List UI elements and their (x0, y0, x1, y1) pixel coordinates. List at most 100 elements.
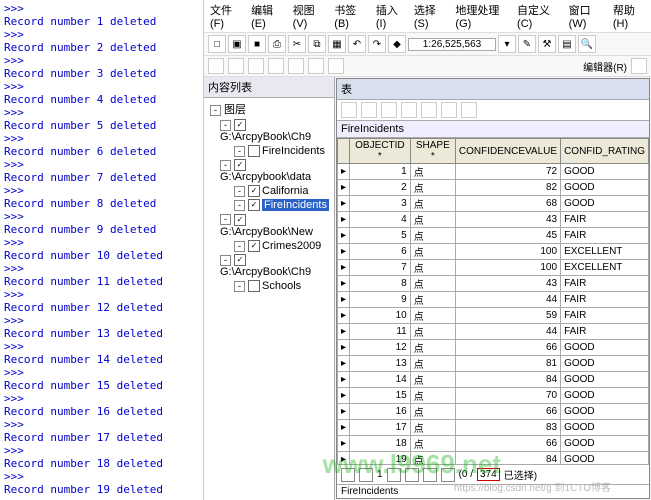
measure-icon[interactable] (328, 58, 344, 74)
menu-item[interactable]: 选择(S) (414, 2, 446, 30)
toc-group[interactable]: -✓G:\Arcpybook\data (206, 158, 332, 184)
table-row[interactable]: ▸14点84GOOD (338, 372, 649, 388)
menu-item[interactable]: 插入(I) (376, 2, 404, 30)
menu-item[interactable]: 编辑(E) (251, 2, 283, 30)
table-row[interactable]: ▸12点66GOOD (338, 340, 649, 356)
table-row[interactable]: ▸2点82GOOD (338, 180, 649, 196)
row-selector[interactable]: ▸ (338, 276, 350, 292)
table-row[interactable]: ▸4点43FAIR (338, 212, 649, 228)
row-selector[interactable]: ▸ (338, 180, 350, 196)
row-selector[interactable]: ▸ (338, 388, 350, 404)
toc-layer[interactable]: -✓FireIncidents (206, 198, 332, 212)
zoom-sel-icon[interactable] (441, 102, 457, 118)
row-selector[interactable]: ▸ (338, 372, 350, 388)
table-tab[interactable]: FireIncidents (337, 121, 649, 138)
copy-icon[interactable]: ⧉ (308, 35, 326, 53)
row-selector[interactable]: ▸ (338, 228, 350, 244)
toc-layer[interactable]: -FireIncidents (206, 144, 332, 158)
editor-dropdown-icon[interactable] (631, 58, 647, 74)
toc-group[interactable]: -✓G:\ArcpyBook\New (206, 212, 332, 238)
column-header[interactable]: OBJECTID * (350, 139, 411, 164)
row-selector[interactable]: ▸ (338, 292, 350, 308)
table-row[interactable]: ▸8点43FAIR (338, 276, 649, 292)
select-icon[interactable] (288, 58, 304, 74)
table-row[interactable]: ▸7点100EXCELLENT (338, 260, 649, 276)
menu-item[interactable]: 自定义(C) (517, 2, 559, 30)
related-tables-icon[interactable] (361, 102, 377, 118)
column-header[interactable]: CONFID_RATING (561, 139, 649, 164)
row-selector[interactable]: ▸ (338, 404, 350, 420)
table-options-icon[interactable] (341, 102, 357, 118)
row-selector[interactable]: ▸ (338, 436, 350, 452)
zoom-in-icon[interactable] (208, 58, 224, 74)
toc-layer[interactable]: -Schools (206, 279, 332, 293)
table-row[interactable]: ▸9点44FAIR (338, 292, 649, 308)
open-icon[interactable]: ▣ (228, 35, 246, 53)
delete-sel-icon[interactable] (461, 102, 477, 118)
table-row[interactable]: ▸16点66GOOD (338, 404, 649, 420)
menu-item[interactable]: 窗口(W) (569, 2, 603, 30)
column-header[interactable]: SHAPE * (410, 139, 455, 164)
map-scale-input[interactable]: 1:26,525,563 (408, 38, 496, 51)
toolbox-icon[interactable]: ⚒ (538, 35, 556, 53)
editor-toolbar-icon[interactable]: ✎ (518, 35, 536, 53)
toc-layer[interactable]: -✓Crimes2009 (206, 239, 332, 253)
row-selector[interactable]: ▸ (338, 356, 350, 372)
table-row[interactable]: ▸3点68GOOD (338, 196, 649, 212)
new-icon[interactable]: □ (208, 35, 226, 53)
redo-icon[interactable]: ↷ (368, 35, 386, 53)
row-selector[interactable]: ▸ (338, 324, 350, 340)
table-row[interactable]: ▸10点59FAIR (338, 308, 649, 324)
add-data-icon[interactable]: ◆ (388, 35, 406, 53)
pan-icon[interactable] (248, 58, 264, 74)
search-icon[interactable]: 🔍 (578, 35, 596, 53)
switch-sel-icon[interactable] (401, 102, 417, 118)
identify-icon[interactable] (308, 58, 324, 74)
paste-icon[interactable]: ▦ (328, 35, 346, 53)
row-selector[interactable]: ▸ (338, 420, 350, 436)
row-selector[interactable]: ▸ (338, 340, 350, 356)
row-selector[interactable]: ▸ (338, 452, 350, 465)
first-record-icon[interactable] (341, 468, 355, 482)
table-row[interactable]: ▸5点45FAIR (338, 228, 649, 244)
table-row[interactable]: ▸19点84GOOD (338, 452, 649, 465)
show-selected-icon[interactable] (441, 468, 455, 482)
table-row[interactable]: ▸11点44FAIR (338, 324, 649, 340)
row-selector[interactable]: ▸ (338, 212, 350, 228)
row-selector[interactable]: ▸ (338, 244, 350, 260)
save-icon[interactable]: ■ (248, 35, 266, 53)
undo-icon[interactable]: ↶ (348, 35, 366, 53)
scale-dropdown-icon[interactable]: ▾ (498, 35, 516, 53)
toc-tree[interactable]: -图层-✓G:\ArcpyBook\Ch9-FireIncidents-✓G:\… (204, 98, 334, 500)
full-extent-icon[interactable] (268, 58, 284, 74)
cut-icon[interactable]: ✂ (288, 35, 306, 53)
row-selector[interactable]: ▸ (338, 164, 350, 180)
table-row[interactable]: ▸18点66GOOD (338, 436, 649, 452)
row-selector[interactable]: ▸ (338, 308, 350, 324)
toc-group[interactable]: -✓G:\ArcpyBook\Ch9 (206, 118, 332, 144)
column-header[interactable] (338, 139, 350, 164)
table-row[interactable]: ▸15点70GOOD (338, 388, 649, 404)
row-selector[interactable]: ▸ (338, 196, 350, 212)
toc-layer[interactable]: -✓California (206, 184, 332, 198)
menu-item[interactable]: 地理处理(G) (455, 2, 507, 30)
show-all-icon[interactable] (423, 468, 437, 482)
zoom-out-icon[interactable] (228, 58, 244, 74)
print-icon[interactable]: ⎙ (268, 35, 286, 53)
toc-group[interactable]: -✓G:\ArcpyBook\Ch9 (206, 253, 332, 279)
next-record-icon[interactable] (387, 468, 401, 482)
attribute-grid[interactable]: OBJECTID *SHAPE *CONFIDENCEVALUECONFID_R… (337, 138, 649, 464)
table-row[interactable]: ▸6点100EXCELLENT (338, 244, 649, 260)
table-footer-tab[interactable]: FireIncidents (337, 484, 649, 498)
menu-item[interactable]: 文件(F) (210, 2, 241, 30)
menu-item[interactable]: 帮助(H) (613, 2, 645, 30)
menu-item[interactable]: 书签(B) (334, 2, 366, 30)
table-row[interactable]: ▸17点83GOOD (338, 420, 649, 436)
table-row[interactable]: ▸1点72GOOD (338, 164, 649, 180)
last-record-icon[interactable] (405, 468, 419, 482)
select-by-attr-icon[interactable] (381, 102, 397, 118)
prev-record-icon[interactable] (359, 468, 373, 482)
catalog-icon[interactable]: ▤ (558, 35, 576, 53)
table-row[interactable]: ▸13点81GOOD (338, 356, 649, 372)
menu-item[interactable]: 视图(V) (293, 2, 325, 30)
